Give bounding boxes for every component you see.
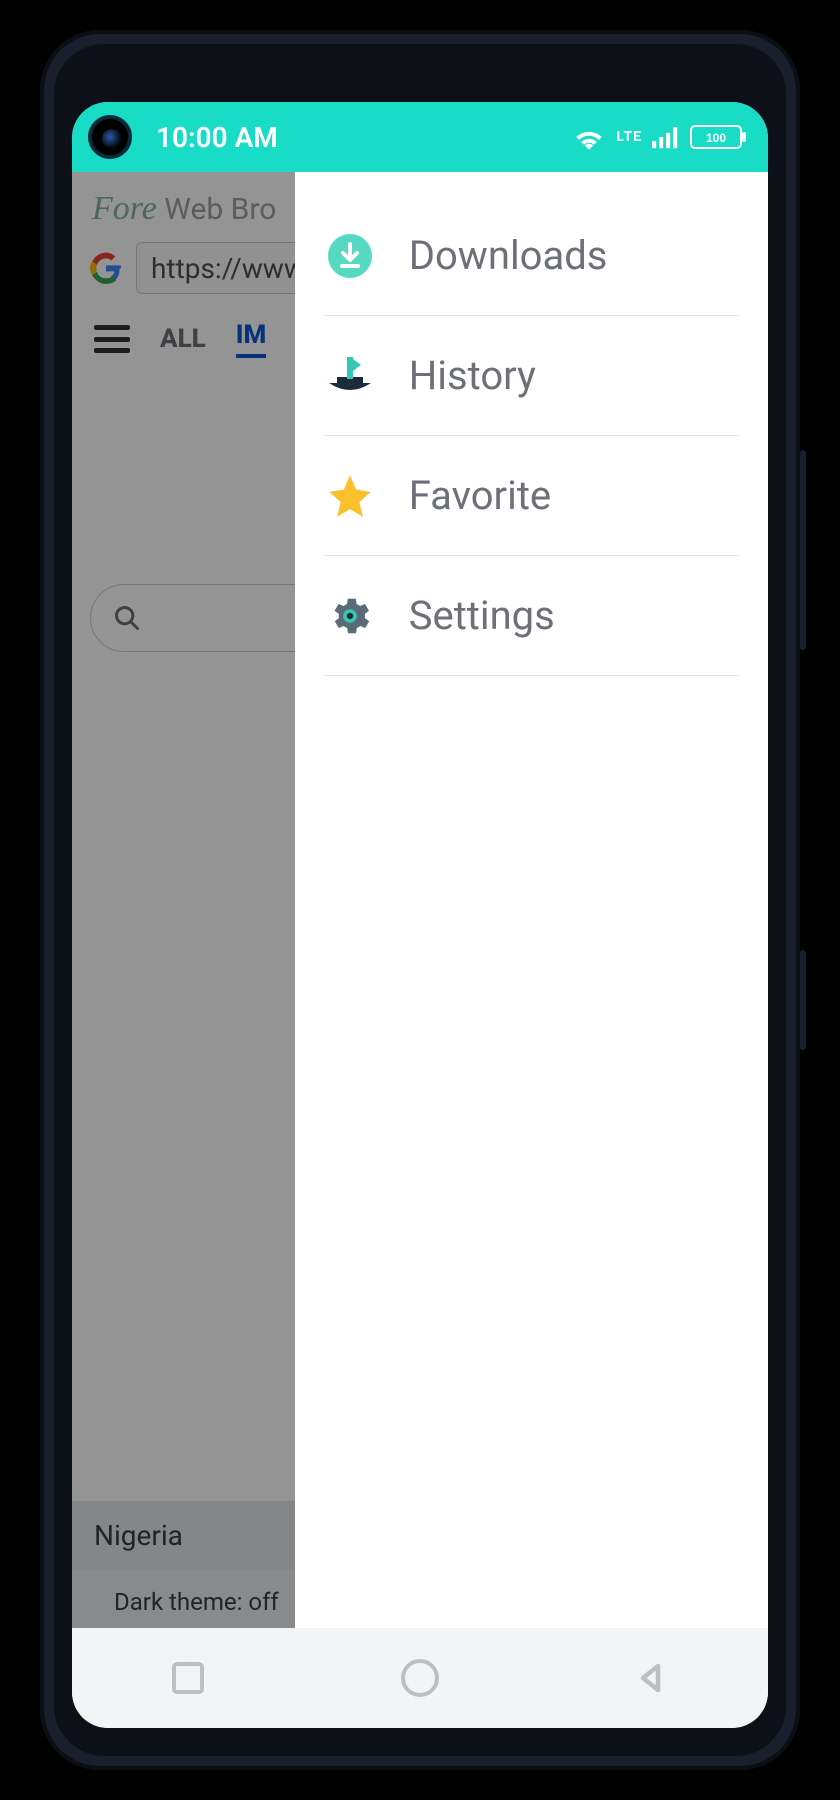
viewport: Fore Web Bro https://www.g ALL IM (72, 172, 768, 1628)
drawer-item-settings[interactable]: Settings (323, 556, 740, 676)
wifi-icon (572, 124, 606, 150)
drawer-item-downloads[interactable]: Downloads (323, 196, 740, 316)
drawer-item-favorite[interactable]: Favorite (323, 436, 740, 556)
side-button-volume (800, 450, 806, 650)
drawer-item-history[interactable]: History (323, 316, 740, 436)
screen: 10:00 AM LTE 100 Fore Web Bro (72, 102, 768, 1728)
status-bar: 10:00 AM LTE 100 (72, 102, 768, 172)
status-time: 10:00 AM (156, 121, 278, 154)
download-icon (323, 229, 377, 283)
system-navbar (72, 1628, 768, 1728)
drawer-label: Downloads (409, 232, 608, 279)
signal-icon (652, 125, 680, 149)
drawer-label: Favorite (409, 472, 551, 519)
phone-inner: 10:00 AM LTE 100 Fore Web Bro (54, 44, 786, 1756)
camera-hole (88, 115, 132, 159)
gear-icon (323, 589, 377, 643)
history-boat-icon (323, 349, 377, 403)
nav-back-button[interactable] (629, 1655, 675, 1701)
nav-overview-button[interactable] (165, 1655, 211, 1701)
star-icon (323, 469, 377, 523)
nav-home-button[interactable] (397, 1655, 443, 1701)
side-drawer: Downloads History Favorite (295, 172, 768, 1628)
network-label: LTE (616, 129, 642, 145)
status-right: LTE 100 (572, 124, 748, 150)
drawer-label: Settings (409, 592, 555, 639)
phone-frame: 10:00 AM LTE 100 Fore Web Bro (40, 30, 800, 1770)
drawer-label: History (409, 352, 536, 399)
side-button-power (800, 950, 806, 1050)
battery-text: 100 (706, 131, 726, 145)
battery-icon: 100 (690, 124, 748, 150)
